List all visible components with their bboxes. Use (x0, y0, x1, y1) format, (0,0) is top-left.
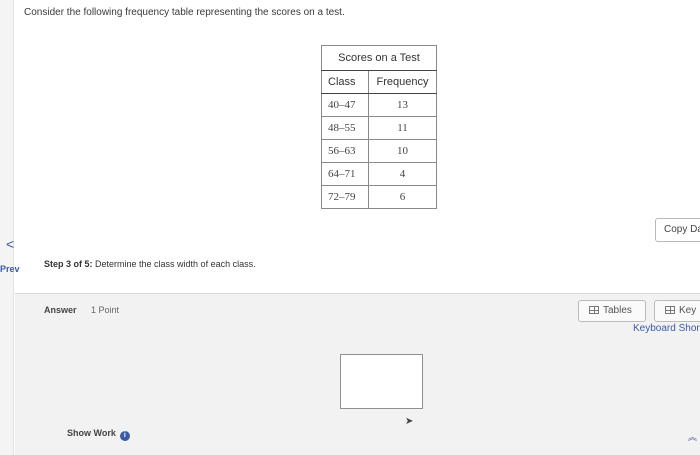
step-text: Determine the class width of each class. (92, 259, 256, 269)
table-caption: Scores on a Test (321, 45, 437, 71)
copy-data-label: Copy Da (664, 224, 700, 235)
chevron-left-icon[interactable]: < (6, 236, 14, 252)
table-row: 56–63 10 (321, 139, 437, 163)
frequency-table: Scores on a Test Class Frequency 40–47 1… (321, 45, 437, 209)
tables-button[interactable]: Tables (578, 300, 646, 322)
table-row: 64–71 4 (321, 162, 437, 186)
chevron-up-icon[interactable]: ︽ (688, 430, 697, 443)
show-work-label: Show Work (67, 428, 116, 438)
table-row: 72–79 6 (321, 185, 437, 209)
show-work-toggle[interactable]: Show Work i (67, 428, 130, 441)
class-cell: 56–63 (321, 139, 369, 163)
class-cell: 72–79 (321, 185, 369, 209)
answer-input[interactable] (340, 354, 423, 409)
answer-label: Answer (44, 305, 77, 315)
step-instruction: Step 3 of 5: Determine the class width o… (44, 259, 256, 269)
keypad-icon (665, 306, 675, 314)
frequency-cell: 11 (368, 116, 437, 140)
column-header-class: Class (321, 70, 369, 94)
keypad-label: Key (679, 305, 697, 316)
left-rail (0, 0, 14, 455)
table-row: 48–55 11 (321, 116, 437, 140)
frequency-cell: 4 (368, 162, 437, 186)
class-cell: 40–47 (321, 93, 369, 117)
copy-data-button[interactable]: Copy Da (655, 218, 700, 242)
column-header-frequency: Frequency (368, 70, 437, 94)
frequency-cell: 13 (368, 93, 437, 117)
step-label: Step 3 of 5: (44, 259, 93, 269)
table-icon (589, 306, 599, 314)
prev-button[interactable]: Prev (0, 264, 20, 274)
mouse-pointer-icon: ➤ (405, 416, 414, 427)
tables-label: Tables (603, 305, 632, 316)
info-icon[interactable]: i (119, 431, 130, 441)
frequency-cell: 6 (368, 185, 437, 209)
question-prompt: Consider the following frequency table r… (24, 7, 345, 18)
table-row: 40–47 13 (321, 93, 437, 117)
point-value: 1 Point (91, 305, 120, 315)
class-cell: 48–55 (321, 116, 369, 140)
keypad-button[interactable]: Key (654, 300, 700, 322)
frequency-cell: 10 (368, 139, 437, 163)
class-cell: 64–71 (321, 162, 369, 186)
keyboard-shortcuts-link[interactable]: Keyboard Shor (633, 323, 700, 334)
